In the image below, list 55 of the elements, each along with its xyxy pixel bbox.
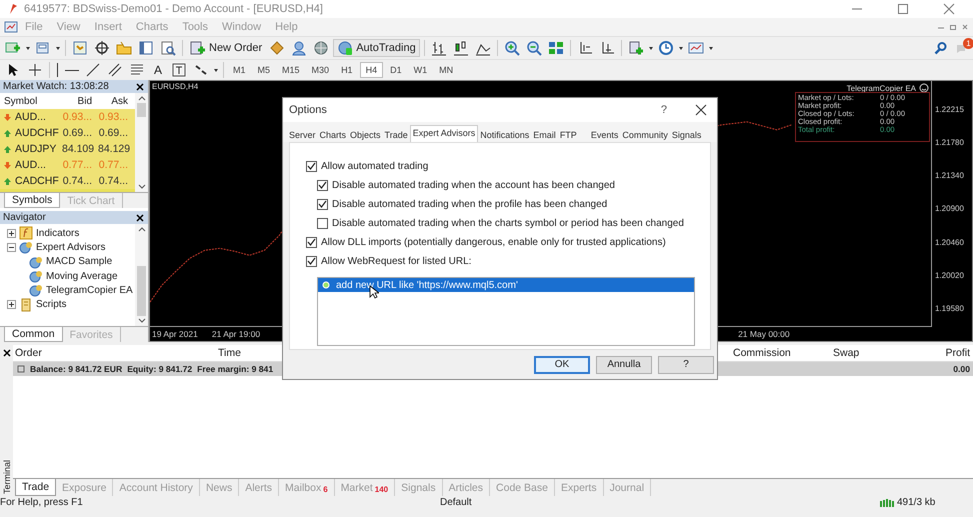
dialog-title: Options <box>289 104 327 116</box>
checkbox-label: Allow DLL imports (potentially dangerous, enable only for trusted applications) <box>321 236 666 248</box>
tree-label: TelegramCopier EA <box>46 284 133 296</box>
count-label: 6 <box>323 485 328 494</box>
price-label: 1.20020 <box>935 270 965 280</box>
price-label: 1.19580 <box>935 304 965 313</box>
symbol-text: AUD... <box>15 159 46 171</box>
time-label: 21 Apr 19:00 <box>212 329 260 339</box>
price-label: 1.20900 <box>935 204 965 214</box>
checkbox-label: Disable automated trading when the account has been changed <box>332 180 615 190</box>
bid-cell-text: 0.74... <box>62 175 93 187</box>
panel-title: Market Watch: 13:08:28 <box>3 81 109 92</box>
ask-cell-text: 0.74... <box>98 175 129 187</box>
window-title: 6419577: BDSwiss-Demo01 - Demo Account - [EURUSD,H4] <box>24 3 323 15</box>
balance-text: Equity: 9 841.72 <box>127 364 192 374</box>
bid-cell-text: 0.69... <box>62 127 93 139</box>
ask-cell-text: 0.93... <box>98 111 129 123</box>
bid-cell-text: 0.93... <box>62 111 93 123</box>
count-label: 140 <box>374 485 388 494</box>
url-text: add new URL like 'https://www.mql5.com' <box>336 280 518 290</box>
price-label: 1.21780 <box>935 138 965 148</box>
ask-cell-text: 0.77... <box>98 159 129 171</box>
price-label: 1.20460 <box>935 238 965 247</box>
status-text: For Help, press F1 <box>0 497 83 508</box>
tree-label: Scripts <box>36 299 67 310</box>
checkbox-label: Disable automated trading when the profile has been changed <box>332 198 608 210</box>
time-label: 19 Apr 2021 <box>152 329 198 339</box>
checkbox-label: Allow automated trading <box>321 160 428 172</box>
balance-text: Balance: 9 841.72 EUR <box>30 364 122 374</box>
symbol-text: AUDCHF <box>15 127 59 139</box>
bid-cell-text: 84.109 <box>61 143 94 155</box>
price-label: 1.21340 <box>935 171 965 180</box>
time-label: 21 May 00:00 <box>738 329 790 339</box>
chart-title: EURUSD,H4 <box>152 82 198 91</box>
tree-label: Indicators <box>36 228 80 239</box>
symbol-text: AUDJPY <box>15 143 56 155</box>
ea-name: TelegramCopier EA <box>846 84 916 92</box>
tree-label: Expert Advisors <box>36 242 106 253</box>
ask-cell-text: 84.129 <box>97 143 130 155</box>
price-label: 1.22215 <box>935 105 965 114</box>
tree-label: MACD Sample <box>46 256 112 268</box>
ask-cell-text: 0.69... <box>98 127 129 139</box>
checkbox-label: Allow WebRequest for listed URL: <box>321 256 472 266</box>
notification-badge: 1 <box>963 38 973 49</box>
symbol-text: CADCHF <box>15 175 59 187</box>
bid-cell-text: 0.77... <box>62 159 93 171</box>
tree-label: Moving Average <box>46 270 118 282</box>
profit-value: 0.00 <box>953 364 970 374</box>
checkbox-label: Disable automated trading when the charts symbol or period has been changed <box>332 218 684 228</box>
panel-title: Navigator <box>3 212 46 223</box>
symbol-text: AUD... <box>15 111 46 123</box>
balance-text: Free margin: 9 841 <box>197 364 274 374</box>
terminal-label: Terminal <box>2 460 12 494</box>
status-text: Default <box>440 497 472 508</box>
status-text: 491/3 kb <box>897 497 936 508</box>
